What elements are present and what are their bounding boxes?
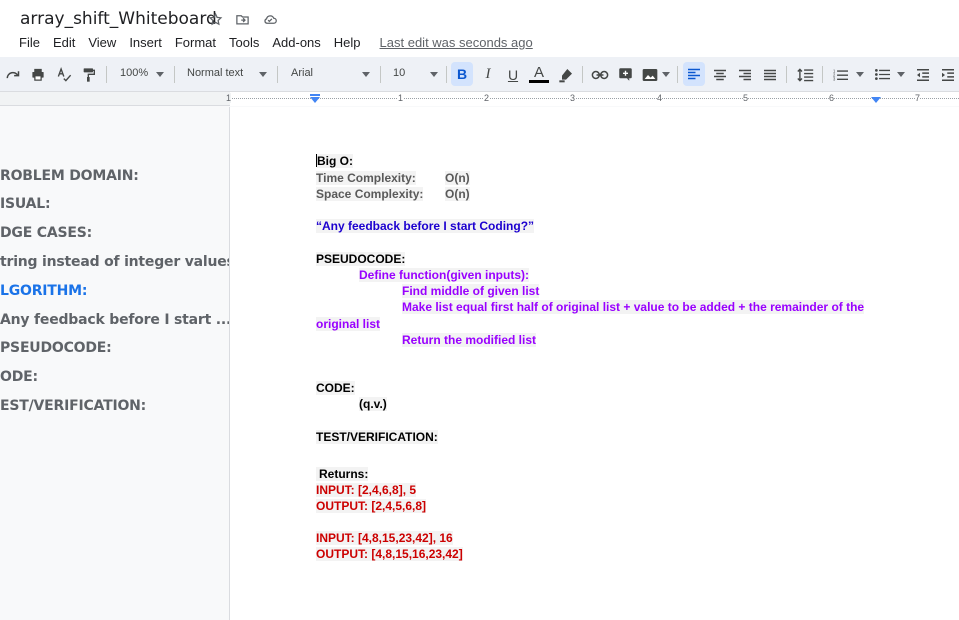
numbered-list-caret-icon[interactable] xyxy=(856,72,864,77)
ruler-number: 1 xyxy=(226,93,232,103)
bulleted-list-icon[interactable] xyxy=(872,57,892,92)
svg-text:3: 3 xyxy=(833,77,836,81)
outline-item[interactable]: ROBLEM DOMAIN: xyxy=(0,168,139,184)
outline-item[interactable]: EST/VERIFICATION: xyxy=(0,398,146,414)
spellcheck-icon[interactable] xyxy=(54,57,74,92)
toolbar: 100% Normal text Arial 10 B I U A 1 2 3 xyxy=(0,57,959,92)
underline-button[interactable]: U xyxy=(503,57,523,92)
first-line-indent-marker[interactable] xyxy=(310,94,320,96)
document-title[interactable]: array_shift_Whiteboard xyxy=(20,9,217,29)
style-select[interactable]: Normal text xyxy=(187,67,243,79)
returns-label: Returns: xyxy=(316,467,369,481)
pseudocode-line: Find middle of given list xyxy=(402,284,540,298)
style-caret-icon[interactable] xyxy=(259,72,267,77)
move-folder-icon[interactable] xyxy=(233,10,252,28)
zoom-select[interactable]: 100% xyxy=(120,67,148,79)
ruler-ticks xyxy=(230,98,959,99)
big-o-heading: Big O: xyxy=(317,154,353,168)
ruler-number: 5 xyxy=(743,93,749,103)
menu-edit[interactable]: Edit xyxy=(53,35,75,50)
ruler-page-area xyxy=(230,92,959,106)
menu-help[interactable]: Help xyxy=(334,35,361,50)
space-complexity-label: Space Complexity: xyxy=(316,187,424,201)
ruler-number: 4 xyxy=(657,93,663,103)
time-complexity-value: O(n) xyxy=(445,171,470,185)
pseudocode-line: original list xyxy=(316,317,381,331)
code-reference: (q.v.) xyxy=(359,397,387,411)
text-color-button[interactable]: A xyxy=(528,57,550,92)
time-complexity-label: Time Complexity: xyxy=(316,171,416,185)
bulleted-list-caret-icon[interactable] xyxy=(897,72,905,77)
link-icon[interactable] xyxy=(589,57,611,92)
star-icon[interactable] xyxy=(206,10,225,28)
pseudocode-line: Return the modified list xyxy=(402,333,537,347)
bold-button[interactable]: B xyxy=(451,62,473,86)
line-spacing-icon[interactable] xyxy=(794,57,816,92)
text-cursor-line: Big O: xyxy=(316,154,353,168)
font-size-caret-icon[interactable] xyxy=(430,72,438,77)
align-right-icon[interactable] xyxy=(735,57,755,92)
ruler-number: 2 xyxy=(484,93,490,103)
menu-tools[interactable]: Tools xyxy=(229,35,259,50)
outline-item[interactable]: DGE CASES: xyxy=(0,225,92,241)
outline-item-active[interactable]: LGORITHM: xyxy=(0,283,88,299)
ruler[interactable]: 1 1 2 3 4 5 6 7 xyxy=(0,92,959,106)
font-size-select[interactable]: 10 xyxy=(393,67,405,79)
left-indent-marker[interactable] xyxy=(310,97,320,103)
justify-icon[interactable] xyxy=(760,57,780,92)
last-edit-link[interactable]: Last edit was seconds ago xyxy=(380,35,533,50)
menu-bar: File Edit View Insert Format Tools Add-o… xyxy=(19,35,546,50)
numbered-list-icon[interactable]: 123 xyxy=(830,57,850,92)
pseudocode-heading: PSEUDOCODE: xyxy=(316,252,406,266)
ruler-number: 1 xyxy=(398,93,404,103)
decrease-indent-icon[interactable] xyxy=(913,57,933,92)
test-input: INPUT: [4,8,15,23,42], 16 xyxy=(316,531,453,545)
right-indent-marker[interactable] xyxy=(871,97,881,103)
italic-button[interactable]: I xyxy=(478,57,498,92)
test-input: INPUT: [2,4,6,8], 5 xyxy=(316,483,417,497)
test-verification-heading: TEST/VERIFICATION: xyxy=(316,430,438,444)
pseudocode-line: Define function(given inputs): xyxy=(359,268,529,282)
document-outline: ROBLEM DOMAIN: ISUAL: DGE CASES: tring i… xyxy=(0,107,235,620)
menu-insert[interactable]: Insert xyxy=(129,35,162,50)
outline-item[interactable]: PSEUDOCODE: xyxy=(0,340,112,356)
outline-item[interactable]: Any feedback before I start ... xyxy=(0,312,231,328)
cloud-saved-icon[interactable] xyxy=(260,10,279,28)
ruler-number: 3 xyxy=(570,93,576,103)
print-icon[interactable] xyxy=(28,57,48,92)
menu-file[interactable]: File xyxy=(19,35,40,50)
outline-item[interactable]: tring instead of integer values xyxy=(0,254,235,270)
align-left-button[interactable] xyxy=(683,62,705,86)
highlight-icon[interactable] xyxy=(556,57,576,92)
font-caret-icon[interactable] xyxy=(362,72,370,77)
document-page[interactable]: Big O: Time Complexity: O(n) Space Compl… xyxy=(229,107,959,620)
insert-image-icon[interactable] xyxy=(640,57,660,92)
increase-indent-icon[interactable] xyxy=(938,57,958,92)
test-output: OUTPUT: [4,8,15,16,23,42] xyxy=(316,547,463,561)
align-center-icon[interactable] xyxy=(710,57,730,92)
test-output: OUTPUT: [2,4,5,6,8] xyxy=(316,499,427,513)
menu-format[interactable]: Format xyxy=(175,35,216,50)
outline-item[interactable]: ODE: xyxy=(0,369,38,385)
redo-icon[interactable] xyxy=(3,57,23,92)
menu-view[interactable]: View xyxy=(88,35,116,50)
ruler-number: 6 xyxy=(829,93,835,103)
add-comment-icon[interactable] xyxy=(615,57,635,92)
feedback-question: “Any feedback before I start Coding?” xyxy=(316,219,535,233)
text-color-label: A xyxy=(533,64,544,81)
menu-addons[interactable]: Add-ons xyxy=(272,35,320,50)
space-complexity-value: O(n) xyxy=(445,187,470,201)
title-bar: array_shift_Whiteboard File Edit View In… xyxy=(0,0,959,57)
font-select[interactable]: Arial xyxy=(291,67,313,79)
title-icons xyxy=(206,10,279,28)
code-heading: CODE: xyxy=(316,381,355,395)
text-color-swatch xyxy=(529,80,549,83)
image-caret-icon[interactable] xyxy=(662,72,670,77)
zoom-caret-icon[interactable] xyxy=(156,72,164,77)
paint-format-icon[interactable] xyxy=(79,57,99,92)
ruler-number: 7 xyxy=(915,93,921,103)
pseudocode-line: Make list equal first half of original l… xyxy=(402,300,865,314)
outline-item[interactable]: ISUAL: xyxy=(0,196,51,212)
